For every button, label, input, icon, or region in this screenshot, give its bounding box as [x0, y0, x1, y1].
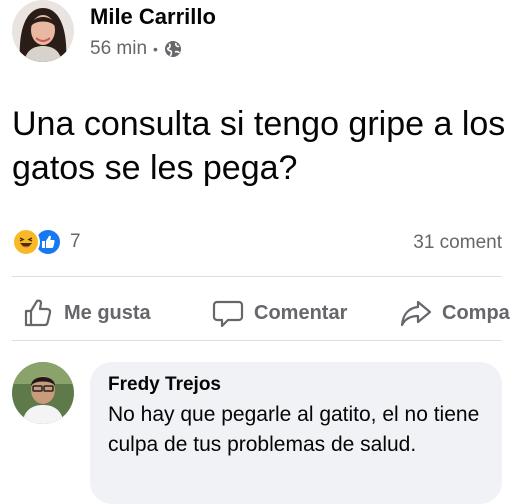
globe-icon [164, 40, 182, 58]
comment-count[interactable]: 31 coment [413, 232, 502, 254]
comment-label: Comentar [254, 301, 348, 324]
share-button[interactable]: Compa [400, 288, 510, 338]
thumbs-up-icon [24, 299, 52, 327]
post-meta: 56 min • [90, 38, 182, 60]
reaction-summary[interactable]: 7 [12, 228, 81, 256]
commenter-avatar[interactable] [12, 362, 74, 424]
commenter-name[interactable]: Fredy Trejos [108, 374, 484, 396]
haha-reaction-icon [12, 228, 40, 256]
post-time[interactable]: 56 min [90, 38, 147, 60]
author-name[interactable]: Mile Carrillo [90, 4, 216, 30]
share-icon [400, 300, 432, 327]
post-header: Mile Carrillo 56 min • [12, 0, 502, 70]
comment-button[interactable]: Comentar [212, 288, 347, 338]
reaction-count[interactable]: 7 [70, 231, 81, 253]
divider [12, 340, 502, 341]
divider [12, 276, 502, 277]
like-button[interactable]: Me gusta [22, 288, 151, 338]
action-bar: Me gusta Comentar Compa [0, 288, 514, 338]
comment-bubble: Fredy Trejos No hay que pegarle al gatit… [90, 362, 502, 504]
author-avatar[interactable] [12, 0, 74, 62]
share-label: Compa [442, 301, 510, 324]
meta-separator: • [153, 41, 158, 57]
comment-text: No hay que pegarle al gatito, el no tien… [108, 403, 480, 456]
post-text: Una consulta si tengo gripe a los gatos … [12, 105, 506, 187]
comment-item: Fredy Trejos No hay que pegarle al gatit… [12, 360, 512, 504]
comment-icon [212, 300, 244, 328]
like-label: Me gusta [64, 301, 151, 324]
